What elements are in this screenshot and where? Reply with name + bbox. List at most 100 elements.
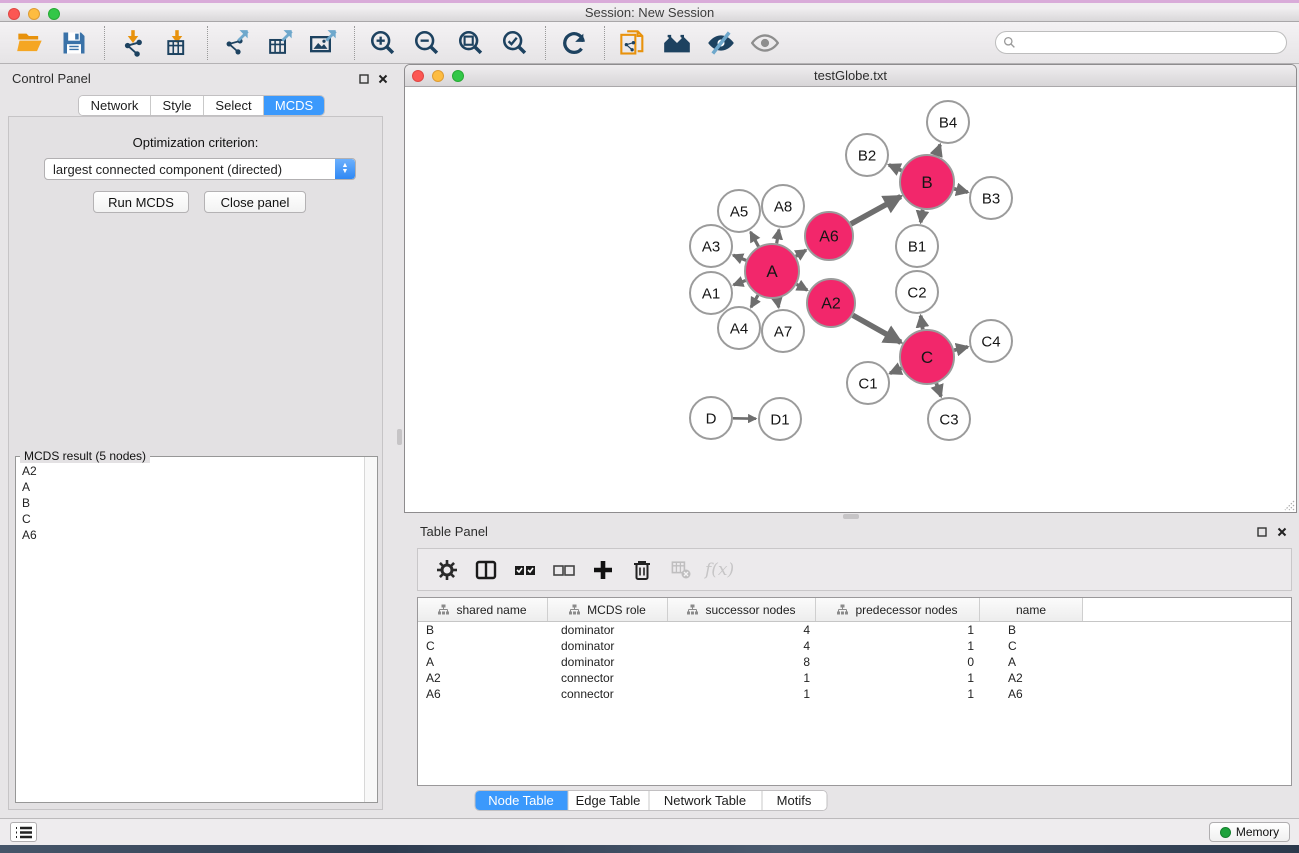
horizontal-splitter-handle[interactable] [843, 514, 859, 519]
cell[interactable]: 1 [816, 686, 980, 702]
tab-style[interactable]: Style [151, 96, 204, 115]
tab-node-table[interactable]: Node Table [475, 791, 568, 810]
cell[interactable]: B [418, 622, 548, 638]
cell[interactable]: A6 [980, 686, 1083, 702]
column-header-MCDS-role[interactable]: MCDS role [548, 598, 668, 621]
cell[interactable]: connector [548, 670, 668, 686]
network-window-titlebar[interactable]: testGlobe.txt [405, 65, 1296, 87]
table-row[interactable]: Adominator80A [418, 654, 1291, 670]
export-image-button[interactable] [306, 26, 342, 60]
zoom-selected-button[interactable] [497, 26, 533, 60]
cell[interactable]: A [418, 654, 548, 670]
close-panel-button[interactable]: Close panel [204, 191, 306, 213]
resize-grip-icon[interactable] [1281, 497, 1295, 511]
table-row[interactable]: A2connector11A2 [418, 670, 1291, 686]
control-panel-close-button[interactable] [377, 73, 389, 85]
table-panel-float-button[interactable] [1256, 526, 1268, 538]
graph-edge-A-A4[interactable] [751, 295, 758, 307]
save-session-button[interactable] [56, 26, 92, 60]
criterion-dropdown[interactable]: largest connected component (directed) ▲… [44, 158, 356, 180]
mcds-result-list[interactable]: A2ABCA6 [16, 463, 364, 802]
network-graph[interactable]: B4B2BB3A8A5A6A3B1AC2A1A2A4A7C4CC1DD1C3 [405, 87, 1296, 512]
tab-mcds[interactable]: MCDS [264, 96, 324, 115]
cell[interactable]: A [980, 654, 1083, 670]
export-table-button[interactable] [262, 26, 298, 60]
cell[interactable]: A2 [980, 670, 1083, 686]
import-table-button[interactable] [159, 26, 195, 60]
cell[interactable]: 1 [816, 670, 980, 686]
result-item[interactable]: A2 [16, 463, 364, 479]
show-eye-button[interactable] [747, 26, 783, 60]
cell[interactable]: A2 [418, 670, 548, 686]
zoom-out-button[interactable] [409, 26, 445, 60]
column-header-name[interactable]: name [980, 598, 1083, 621]
graph-edge-B-B3[interactable] [954, 189, 968, 192]
result-scrollbar[interactable] [364, 457, 377, 802]
result-item[interactable]: A [16, 479, 364, 495]
table-panel-close-button[interactable] [1276, 526, 1288, 538]
column-header-successor-nodes[interactable]: successor nodes [668, 598, 816, 621]
tab-motifs[interactable]: Motifs [762, 791, 826, 810]
graph-edge-A2-C[interactable] [853, 315, 901, 342]
graph-edge-A-A7[interactable] [777, 299, 779, 308]
graph-edge-C-C3[interactable] [936, 383, 941, 396]
refresh-button[interactable] [556, 26, 592, 60]
clone-network-button[interactable] [615, 26, 651, 60]
cell[interactable]: 0 [816, 654, 980, 670]
cell[interactable]: dominator [548, 638, 668, 654]
cell[interactable]: dominator [548, 654, 668, 670]
add-column-button[interactable] [588, 555, 618, 585]
graph-edge-A-A8[interactable] [777, 230, 779, 244]
graph-edge-C-C1[interactable] [890, 368, 901, 373]
graph-edge-C-C2[interactable] [921, 316, 923, 330]
graph-edge-A-A2[interactable] [797, 284, 808, 290]
cell[interactable]: 1 [668, 670, 816, 686]
hide-eye-button[interactable] [703, 26, 739, 60]
table-settings-gear-button[interactable] [432, 555, 462, 585]
result-item[interactable]: B [16, 495, 364, 511]
table-row[interactable]: Bdominator41B [418, 622, 1291, 638]
search-input[interactable] [1016, 36, 1286, 50]
deselect-all-checkboxes-button[interactable] [549, 555, 579, 585]
export-network-button[interactable] [218, 26, 254, 60]
cell[interactable]: 1 [668, 686, 816, 702]
cell[interactable]: A6 [418, 686, 548, 702]
cell[interactable]: connector [548, 686, 668, 702]
cell[interactable]: 8 [668, 654, 816, 670]
column-header-shared-name[interactable]: shared name [418, 598, 548, 621]
open-file-button[interactable] [12, 26, 48, 60]
graph-edge-B-B4[interactable] [936, 145, 940, 156]
select-all-checkboxes-button[interactable] [510, 555, 540, 585]
delete-column-button[interactable] [627, 555, 657, 585]
cell[interactable]: C [980, 638, 1083, 654]
graph-edge-C-C4[interactable] [954, 347, 968, 350]
show-panels-list-button[interactable] [10, 822, 37, 842]
control-panel-float-button[interactable] [358, 73, 370, 85]
memory-button[interactable]: Memory [1209, 822, 1290, 842]
run-mcds-button[interactable]: Run MCDS [93, 191, 189, 213]
cell[interactable]: 4 [668, 622, 816, 638]
cell[interactable]: 1 [816, 638, 980, 654]
table-row[interactable]: A6connector11A6 [418, 686, 1291, 702]
cell[interactable]: 4 [668, 638, 816, 654]
graph-edge-B-B1[interactable] [921, 210, 923, 223]
cell[interactable]: B [980, 622, 1083, 638]
tab-network-table[interactable]: Network Table [649, 791, 762, 810]
column-header-predecessor-nodes[interactable]: predecessor nodes [816, 598, 980, 621]
home-button[interactable] [659, 26, 695, 60]
vertical-splitter-handle[interactable] [397, 429, 402, 445]
tab-select[interactable]: Select [204, 96, 264, 115]
column-browser-button[interactable] [471, 555, 501, 585]
cell[interactable]: 1 [816, 622, 980, 638]
table-row[interactable]: Cdominator41C [418, 638, 1291, 654]
search-field[interactable] [995, 31, 1287, 54]
result-item[interactable]: A6 [16, 527, 364, 543]
tab-network[interactable]: Network [79, 96, 151, 115]
result-item[interactable]: C [16, 511, 364, 527]
graph-edge-A-A5[interactable] [751, 232, 759, 246]
zoom-in-button[interactable] [365, 26, 401, 60]
cell[interactable]: dominator [548, 622, 668, 638]
cell[interactable]: C [418, 638, 548, 654]
network-canvas[interactable]: B4B2BB3A8A5A6A3B1AC2A1A2A4A7C4CC1DD1C3 [405, 87, 1296, 512]
tab-edge-table[interactable]: Edge Table [568, 791, 649, 810]
